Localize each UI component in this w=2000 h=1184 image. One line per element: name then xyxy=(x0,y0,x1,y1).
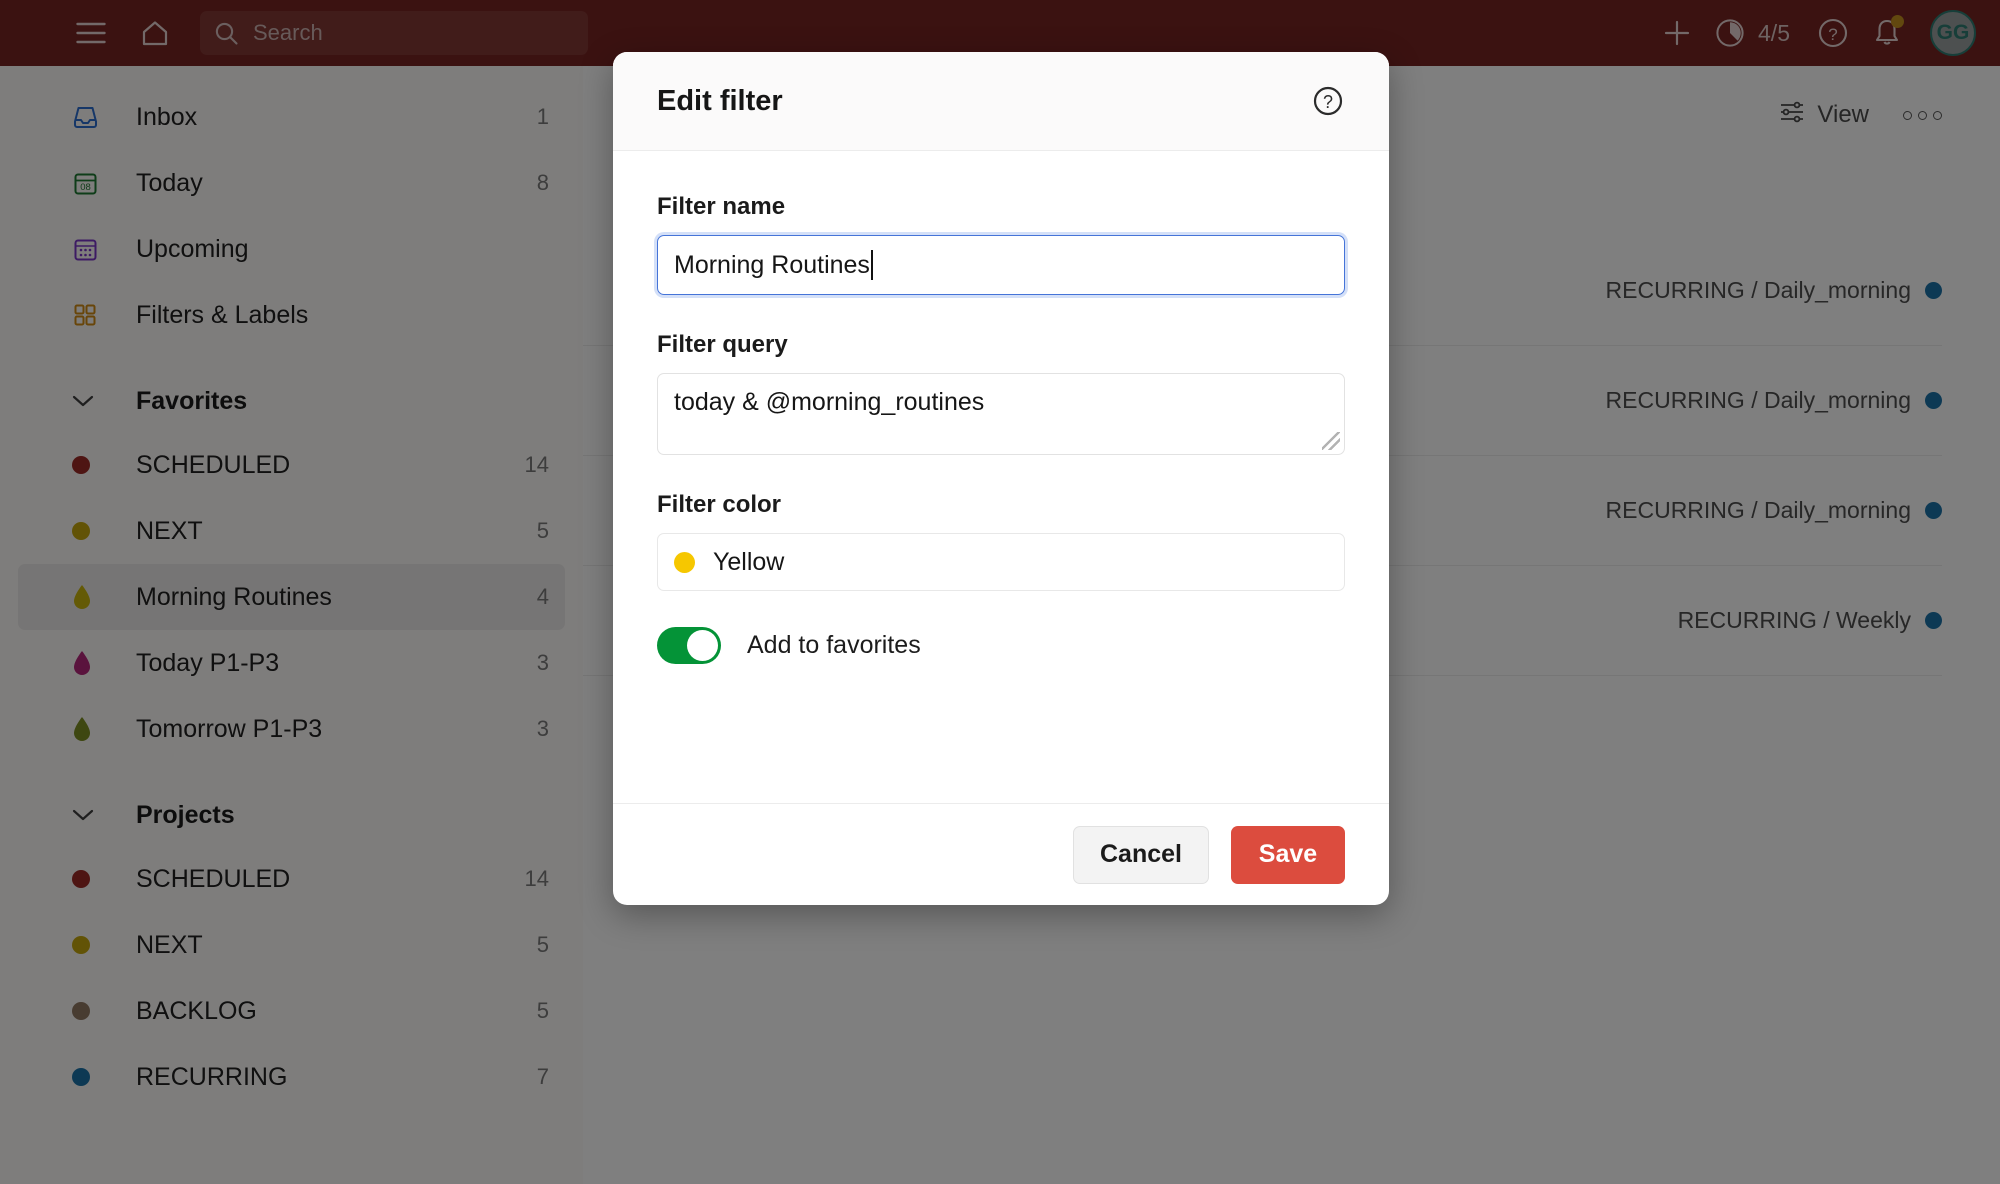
color-swatch-icon xyxy=(674,552,695,573)
cancel-button[interactable]: Cancel xyxy=(1073,826,1209,884)
filter-color-field-group: Filter color Yellow xyxy=(657,491,1345,591)
dialog-footer: Cancel Save xyxy=(613,803,1389,905)
filter-color-value: Yellow xyxy=(713,548,784,577)
svg-text:?: ? xyxy=(1323,92,1333,112)
add-to-favorites-toggle[interactable] xyxy=(657,627,721,664)
save-button[interactable]: Save xyxy=(1231,826,1345,884)
resize-handle[interactable] xyxy=(1322,432,1340,450)
filter-name-field-group: Filter name Morning Routines xyxy=(657,193,1345,295)
filter-name-label: Filter name xyxy=(657,193,1345,221)
text-cursor xyxy=(871,250,873,280)
filter-query-textarea[interactable]: today & @morning_routines xyxy=(657,373,1345,455)
dialog-header: Edit filter ? xyxy=(613,52,1389,151)
question-circle-icon[interactable]: ? xyxy=(1311,84,1345,118)
edit-filter-dialog: Edit filter ? Filter name Morning Routin… xyxy=(613,52,1389,905)
filter-color-select[interactable]: Yellow xyxy=(657,533,1345,591)
dialog-title: Edit filter xyxy=(657,85,1311,118)
filter-query-value: today & @morning_routines xyxy=(674,388,984,416)
toggle-knob xyxy=(687,630,718,661)
filter-name-value: Morning Routines xyxy=(674,251,870,280)
add-to-favorites-label: Add to favorites xyxy=(747,631,921,660)
filter-query-label: Filter query xyxy=(657,331,1345,359)
filter-query-field-group: Filter query today & @morning_routines xyxy=(657,331,1345,455)
dialog-body: Filter name Morning Routines Filter quer… xyxy=(613,151,1389,803)
add-to-favorites-row[interactable]: Add to favorites xyxy=(657,627,1345,664)
filter-color-label: Filter color xyxy=(657,491,1345,519)
app-root: Search 4/5 ? GG xyxy=(0,0,2000,1184)
filter-name-input[interactable]: Morning Routines xyxy=(657,235,1345,295)
